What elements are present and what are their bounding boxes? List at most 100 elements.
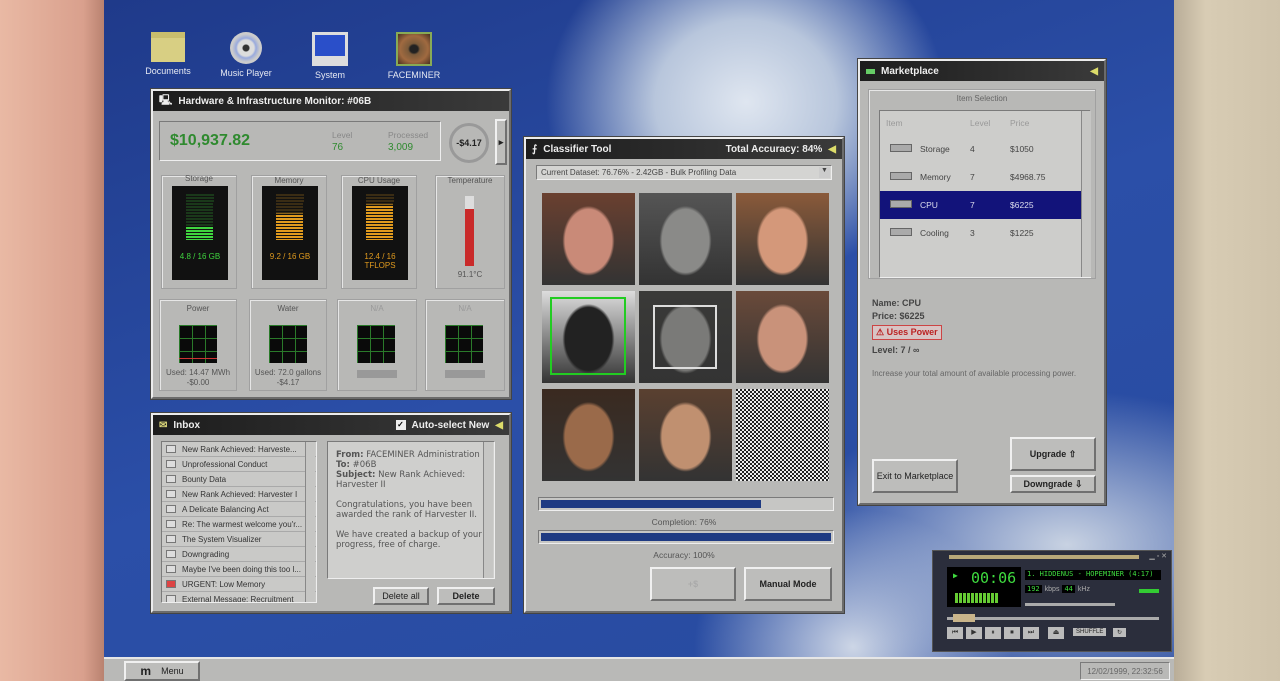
item-description: Increase your total amount of available … (872, 369, 1077, 378)
clock: 12/02/1999, 22:32:56 (1080, 662, 1170, 680)
previous-icon[interactable]: ⏮ (947, 627, 963, 639)
message-subject: Unprofessional Conduct (182, 459, 268, 469)
item-table-scrollbar[interactable] (1081, 111, 1091, 277)
sell-button-disabled[interactable]: +$ (650, 567, 736, 601)
bitrate: 192 (1025, 585, 1042, 593)
upgrade-button[interactable]: Upgrade ⇧ (1010, 437, 1096, 471)
processed-label: Processed (388, 130, 429, 140)
title-bar[interactable]: ⨍ Classifier Tool Total Accuracy: 84% ◀ (526, 139, 842, 159)
play-icon[interactable]: ▶ (966, 627, 982, 639)
meter-value: 9.2 / 16 GB (269, 252, 311, 261)
completion-label: Completion: 76% (651, 517, 717, 527)
next-icon[interactable]: ⏭ (1023, 627, 1039, 639)
meter-value: 12.4 / 16 TFLOPS (364, 252, 396, 270)
stop-icon[interactable]: ⏹ (1004, 627, 1020, 639)
face-image[interactable] (639, 193, 732, 285)
face-image[interactable] (639, 291, 732, 383)
accuracy-label: Accuracy: 100% (653, 550, 715, 560)
reader-scrollbar[interactable] (483, 442, 493, 578)
repeat-button[interactable]: ↻ (1113, 628, 1127, 637)
desktop-icon-music-player[interactable]: Music Player (206, 32, 286, 78)
meter-bars (366, 194, 395, 248)
window-title: Hardware & Infrastructure Monitor: #06B (178, 95, 372, 107)
window-controls[interactable]: ▁ ▫ ✕ (1149, 552, 1167, 560)
delete-button[interactable]: Delete (437, 587, 495, 605)
header-level: Level (970, 118, 991, 128)
message-list-scrollbar[interactable] (305, 442, 315, 602)
pause-icon[interactable]: ⏸ (985, 627, 1001, 639)
completion-bar (538, 497, 834, 511)
cpu-icon (880, 200, 920, 210)
message-subject: Re: The warmest welcome you'r... (182, 519, 303, 529)
hardware-monitor-window: 🖳 Hardware & Infrastructure Monitor: #06B… (151, 89, 511, 399)
icon-label: FACEMINER (387, 70, 441, 80)
desktop-icon-faceminer[interactable]: FACEMINER (374, 32, 454, 80)
message-list-item[interactable]: Maybe I've been doing this too l... (162, 562, 316, 577)
folder-icon (151, 32, 185, 62)
face-image[interactable] (639, 389, 732, 481)
meter-bars (276, 194, 305, 248)
auto-select-checkbox[interactable]: ✓ (395, 420, 406, 430)
delete-all-button[interactable]: Delete all (373, 587, 429, 605)
time-display: ▶ 00:06 (947, 567, 1021, 607)
start-menu-button[interactable]: m Menu (124, 661, 200, 681)
manual-mode-button[interactable]: Manual Mode (744, 567, 832, 601)
desktop-icon-documents[interactable]: Documents (128, 32, 208, 76)
chevron-down-icon[interactable]: ▼ (819, 167, 830, 178)
message-subject: URGENT: Low Memory (182, 579, 266, 589)
player-title-bar[interactable] (949, 555, 1139, 559)
face-image[interactable] (736, 193, 829, 285)
face-image[interactable] (736, 291, 829, 383)
shuffle-button[interactable]: SHUFFLE (1073, 628, 1107, 636)
downgrade-button[interactable]: Downgrade ⇩ (1010, 475, 1096, 493)
title-bar[interactable]: Marketplace ◀ (860, 61, 1104, 81)
na-graph: N/A (337, 299, 417, 391)
graph (357, 325, 395, 363)
item-level: 4 (970, 144, 975, 154)
item-name: CPU (920, 200, 938, 210)
volume-slider[interactable] (1025, 603, 1115, 606)
message-list-item[interactable]: The System Visualizer (162, 532, 316, 547)
title-bar[interactable]: 🖳 Hardware & Infrastructure Monitor: #06B (153, 91, 509, 111)
message-list-item[interactable]: Bounty Data (162, 472, 316, 487)
item-level: 7 (970, 172, 975, 182)
face-image[interactable] (542, 389, 635, 481)
message-list-item[interactable]: New Rank Achieved: Harveste... (162, 442, 316, 457)
envelope-icon (166, 535, 176, 543)
speaker-icon[interactable]: ◀ (1090, 66, 1098, 77)
market-item-storage[interactable]: Storage 4 $1050 (880, 135, 1090, 163)
to-value: #06B (352, 460, 377, 470)
market-item-cpu[interactable]: CPU 7 $6225 (880, 191, 1090, 219)
temperature-meter: Temperature 91.1°C (435, 175, 505, 289)
expand-button[interactable]: ▸ (495, 119, 507, 165)
face-image[interactable] (542, 193, 635, 285)
face-image[interactable] (736, 389, 829, 481)
message-list-item[interactable]: Re: The warmest welcome you'r... (162, 517, 316, 532)
face-image[interactable] (542, 291, 635, 383)
storage-icon (880, 144, 920, 154)
water-graph: Water Used: 72.0 gallons -$4.17 (249, 299, 327, 391)
eject-icon[interactable]: ⏏ (1048, 627, 1064, 639)
message-list-item[interactable]: A Delicate Balancing Act (162, 502, 316, 517)
market-item-cooling[interactable]: Cooling 3 $1225 (880, 219, 1090, 247)
eye-icon (396, 32, 432, 66)
title-bar[interactable]: ✉ Inbox ✓ Auto-select New ◀ (153, 415, 509, 435)
envelope-icon (166, 595, 176, 602)
seek-bar[interactable] (947, 614, 1159, 622)
desktop-icon-system[interactable]: System (290, 32, 370, 80)
message-body: Congratulations, you have been awarded t… (336, 500, 477, 520)
message-list-item[interactable]: New Rank Achieved: Harvester I (162, 487, 316, 502)
header-item: Item (886, 118, 903, 128)
dataset-dropdown[interactable]: Current Dataset: 76.76% - 2.42GB - Bulk … (536, 165, 832, 180)
exit-marketplace-button[interactable]: Exit to Marketplace (872, 459, 958, 493)
market-item-memory[interactable]: Memory 7 $4968.75 (880, 163, 1090, 191)
marketplace-window: Marketplace ◀ Item Selection Item Level Pri… (858, 59, 1106, 505)
message-list-item[interactable]: Downgrading (162, 547, 316, 562)
speaker-icon[interactable]: ◀ (828, 144, 836, 155)
message-list-item[interactable]: External Message: Recruitment (162, 592, 316, 602)
message-list-item[interactable]: URGENT: Low Memory (162, 577, 316, 592)
meter-display: 4.8 / 16 GB (172, 186, 228, 280)
message-list-item[interactable]: Unprofessional Conduct (162, 457, 316, 472)
from-label: From: (336, 450, 364, 460)
speaker-icon[interactable]: ◀ (495, 420, 503, 431)
